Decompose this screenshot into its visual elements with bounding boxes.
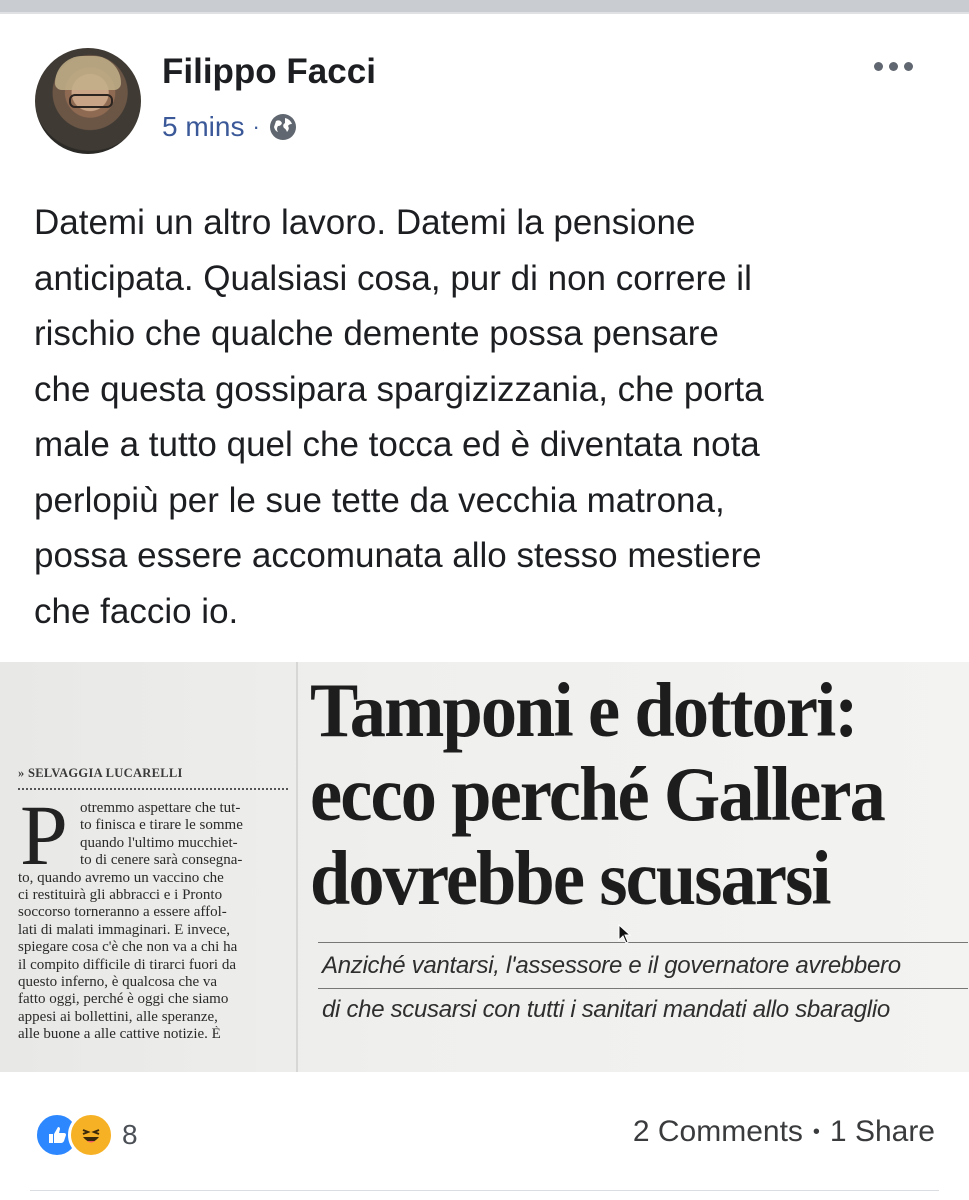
article-line: quando l'ultimo mucchiet-: [80, 834, 238, 851]
more-dot: [874, 62, 883, 71]
column-divider: [296, 662, 298, 1072]
more-options-icon[interactable]: [874, 62, 913, 71]
meta-separator: ·: [252, 114, 260, 139]
reaction-count: 8: [122, 1119, 138, 1150]
globe-icon[interactable]: [268, 112, 298, 142]
article-line: to finisca e tirare le somme: [80, 817, 243, 834]
article-subhead-line: di che scusarsi con tutti i sanitari man…: [322, 996, 890, 1023]
article-line: alle buone a alle cattive notizie. È: [18, 1026, 221, 1043]
article-line: ci restituirà gli abbracci e i Pronto: [18, 887, 223, 904]
avatar-hair-shape: [55, 56, 121, 90]
avatar-glasses-shape: [69, 94, 113, 108]
shares-count-link[interactable]: 1 Share: [830, 1112, 935, 1152]
top-bar-divider: [0, 12, 969, 14]
footer-divider: [30, 1190, 939, 1191]
article-line: spiegare cosa c'è che non va a chi ha: [18, 939, 238, 956]
article-byline: » SELVAGGIA LUCARELLI: [18, 766, 183, 780]
article-line: questo inferno, è qualcosa che va: [18, 974, 218, 991]
post-timestamp[interactable]: 5 mins: [162, 110, 244, 144]
more-dot: [904, 62, 913, 71]
counts-separator: •: [812, 1121, 820, 1143]
article-subhead-line: Anziché vantarsi, l'assessore e il gover…: [322, 952, 901, 979]
article-line: to di cenere sarà consegna-: [80, 852, 243, 869]
article-line: soccorso torneranno a essere affol-: [18, 904, 227, 921]
laughing-face-icon: [82, 1129, 100, 1143]
article-line: fatto oggi, perché è oggi che siamo: [18, 991, 229, 1008]
subhead-rule: [318, 988, 968, 989]
article-line: otremmo aspettare che tut-: [80, 800, 241, 816]
thumbs-up-icon: [49, 1127, 66, 1143]
comments-count-link[interactable]: 2 Comments: [633, 1112, 803, 1152]
article-line: lati di malati immaginari. E invece,: [18, 921, 231, 938]
subhead-rule: [318, 942, 968, 943]
newspaper-clipping-image[interactable]: » SELVAGGIA LUCARELLI P otremmo aspettar…: [0, 662, 969, 1072]
author-avatar[interactable]: [35, 48, 141, 154]
post-meta: 5 mins ·: [162, 110, 298, 144]
author-name[interactable]: Filippo Facci: [162, 50, 376, 94]
article-line: appesi ai bollettini, alle speranze,: [18, 1008, 218, 1025]
article-line: to, quando avremo un vaccino che: [18, 869, 224, 886]
article-line: il compito difficile di tirarci fuori da: [18, 956, 236, 973]
haha-reaction-icon: [68, 1112, 114, 1158]
more-dot: [889, 62, 898, 71]
reactions-summary[interactable]: 8: [34, 1112, 138, 1158]
engagement-counts: 2 Comments • 1 Share: [633, 1112, 935, 1152]
post-text: Datemi un altro lavoro. Datemi la pensio…: [34, 203, 764, 631]
mouse-cursor-icon: [618, 924, 632, 944]
article-body: otremmo aspettare che tut- to finisca e …: [18, 800, 290, 1044]
article-headline: Tamponi e dottori: ecco perché Gallera d…: [310, 667, 886, 921]
top-bar: [0, 0, 969, 12]
